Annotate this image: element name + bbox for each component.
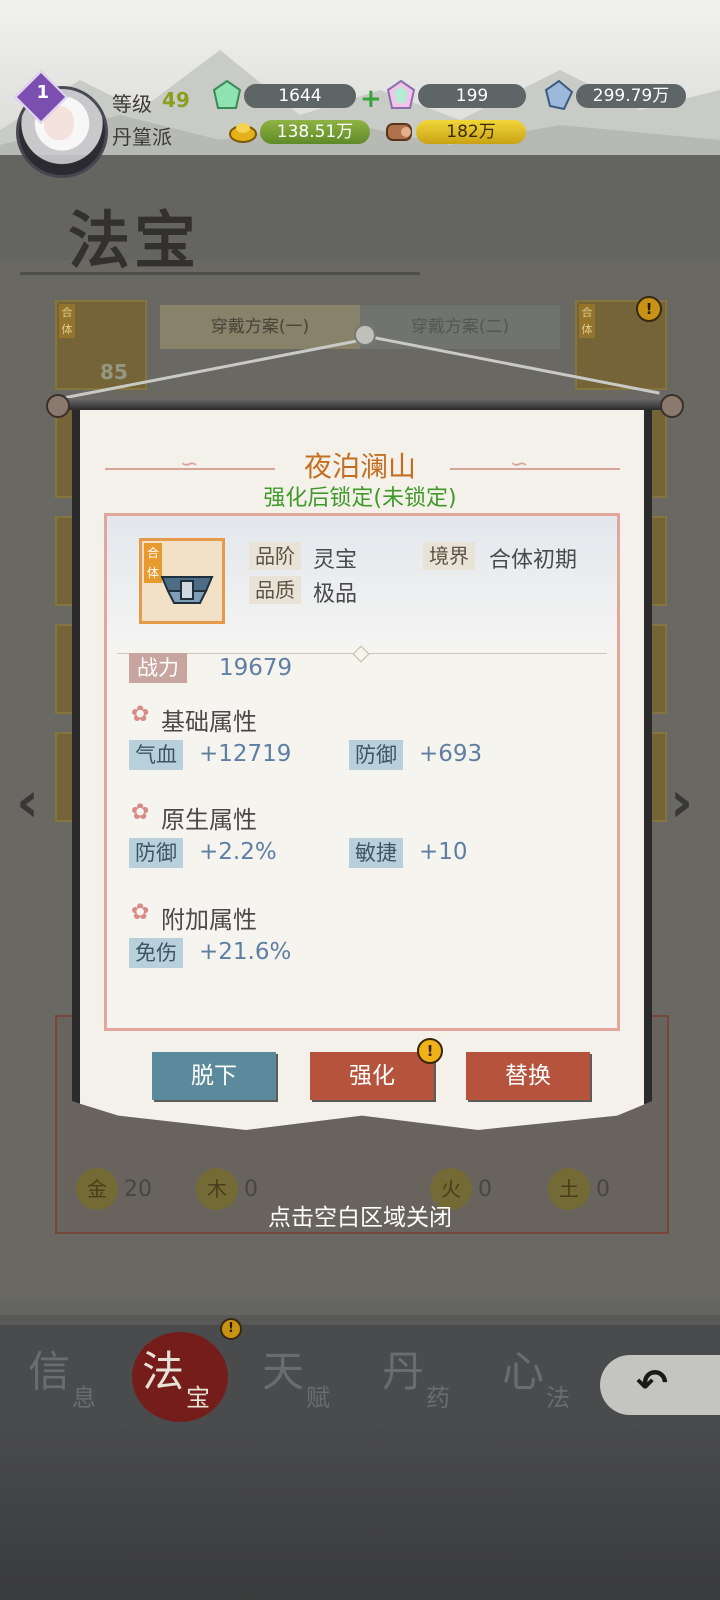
rainbow-jade-icon xyxy=(386,80,416,109)
jade-amount: 1644 xyxy=(244,84,356,108)
attr-value: +693 xyxy=(419,741,483,767)
belt-icon xyxy=(160,576,214,604)
crystal-amount: 299.79万 xyxy=(576,84,686,108)
attr-value: +21.6% xyxy=(199,939,292,965)
native-attrs-title: 原生属性 xyxy=(161,806,257,834)
realm-label: 境界 xyxy=(423,542,475,570)
flower-icon: ✿ xyxy=(131,800,150,825)
item-name: 夜泊澜山 xyxy=(303,450,416,483)
attr-value: +12719 xyxy=(199,741,292,767)
attr-name: 气血 xyxy=(129,740,183,770)
level-value: 49 xyxy=(162,88,190,112)
attr-name: 免伤 xyxy=(129,938,183,968)
gold-amount: 138.51万 xyxy=(260,120,370,144)
flower-icon: ✿ xyxy=(131,702,150,727)
realm-value: 合体初期 xyxy=(489,548,578,573)
extra-attrs-title: 附加属性 xyxy=(161,906,257,934)
rod-end-left xyxy=(46,394,70,418)
nav-sublabel: 宝 xyxy=(186,1384,210,1412)
wood-amount: 182万 xyxy=(416,120,526,144)
rod-end-right xyxy=(660,394,684,418)
crystal-icon xyxy=(544,80,574,110)
alert-icon: ! xyxy=(417,1038,443,1064)
gold-ingot-icon xyxy=(229,123,257,143)
jade-gem-icon xyxy=(212,80,242,109)
attr-value: +10 xyxy=(419,839,468,865)
lock-status: 强化后锁定(未锁定) xyxy=(263,486,457,511)
flower-icon: ✿ xyxy=(131,900,150,925)
replace-button[interactable]: 替换 xyxy=(466,1052,590,1100)
enhance-button[interactable]: 强化 xyxy=(310,1052,434,1100)
quality-label: 品质 xyxy=(249,576,301,604)
unequip-button[interactable]: 脱下 xyxy=(152,1052,276,1100)
nail-icon xyxy=(354,324,376,346)
attr-name: 防御 xyxy=(349,740,403,770)
level-label: 等级 xyxy=(112,92,152,116)
add-jade-icon[interactable]: + xyxy=(360,84,382,114)
item-info-card: 合体 品阶 灵宝 境界 合体初期 品质 极品 战力 19679 ✿ 基础属性 气… xyxy=(104,513,620,1031)
rank-number: 1 xyxy=(36,81,50,103)
attr-name: 防御 xyxy=(129,838,183,868)
item-icon[interactable]: 合体 xyxy=(139,538,225,624)
wood-log-icon xyxy=(386,123,412,141)
grade-label: 品阶 xyxy=(249,542,301,570)
quality-value: 极品 xyxy=(313,582,358,607)
nav-label: 法 xyxy=(142,1347,185,1396)
basic-attrs-title: 基础属性 xyxy=(161,708,257,736)
attr-value: +2.2% xyxy=(199,839,277,865)
power-label: 战力 xyxy=(129,653,187,683)
power-value: 19679 xyxy=(219,655,293,681)
attr-name: 敏捷 xyxy=(349,838,403,868)
divider-diamond-icon xyxy=(352,645,370,663)
scroll-rod xyxy=(52,398,674,410)
close-hint: 点击空白区域关闭 xyxy=(268,1205,452,1231)
rainbow-jade-amount: 199 xyxy=(418,84,526,108)
sect-name: 丹篁派 xyxy=(112,125,172,149)
grade-value: 灵宝 xyxy=(313,548,358,573)
